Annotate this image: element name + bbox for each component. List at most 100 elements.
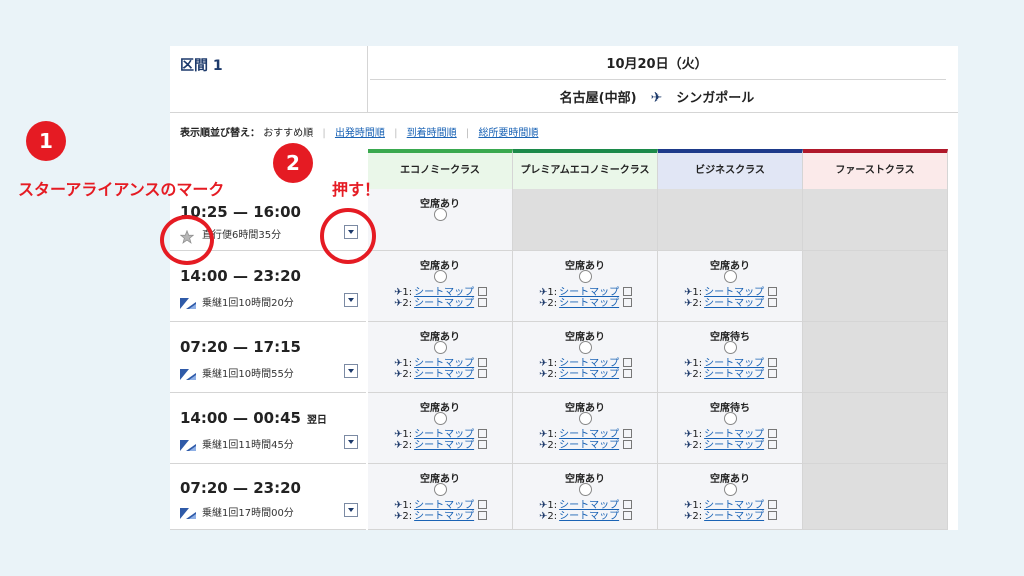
class-header: エコノミークラス — [368, 149, 513, 189]
flight-time: 14:00 — 00:45 翌日 — [180, 409, 327, 427]
airline-logo-icon — [180, 368, 196, 380]
fare-cell-unavailable — [513, 189, 658, 251]
fare-radio[interactable] — [434, 270, 447, 283]
fare-radio[interactable] — [434, 412, 447, 425]
seatmap-link[interactable]: シートマップ — [414, 298, 474, 309]
seatmap-link[interactable]: シートマップ — [559, 369, 619, 380]
fare-radio[interactable] — [579, 270, 592, 283]
fare-cell-unavailable — [658, 189, 803, 251]
airline-logo-icon — [180, 439, 196, 451]
divider — [370, 79, 946, 80]
fare-cell[interactable]: 空席あり ✈1: シートマップ ✈2: シートマップ — [513, 393, 658, 464]
flight-row: 07:20 — 23:20 乗継1回17時間00分 — [170, 464, 366, 530]
fare-radio[interactable] — [434, 341, 447, 354]
seatmap-row: ✈2: シートマップ — [539, 294, 633, 309]
external-link-icon — [478, 511, 488, 520]
seatmap-row: ✈2: シートマップ — [539, 436, 633, 451]
fare-cell-unavailable — [803, 393, 948, 464]
flight-details-dropdown[interactable] — [344, 503, 358, 517]
sort-arrival-link[interactable]: 到着時間順 — [407, 128, 457, 139]
seatmap-link[interactable]: シートマップ — [414, 369, 474, 380]
origin: 名古屋(中部) — [559, 91, 637, 106]
fare-radio[interactable] — [579, 483, 592, 496]
fare-radio[interactable] — [579, 341, 592, 354]
sort-departure-link[interactable]: 出発時間順 — [335, 128, 385, 139]
fare-radio[interactable] — [724, 483, 737, 496]
fare-cell[interactable]: 空席あり — [368, 189, 513, 251]
flight-details-dropdown[interactable] — [344, 293, 358, 307]
seatmap-row: ✈2: シートマップ — [394, 294, 488, 309]
flight-details-dropdown[interactable] — [344, 364, 358, 378]
sort-label: 表示順並び替え： — [180, 128, 260, 139]
flight-date: 10月20日（火） — [606, 57, 708, 72]
seatmap-link[interactable]: シートマップ — [559, 511, 619, 522]
fare-cell[interactable]: 空席あり ✈1: シートマップ ✈2: シートマップ — [658, 251, 803, 322]
seatmap-link[interactable]: シートマップ — [704, 298, 764, 309]
flight-duration: 乗継1回10時間55分 — [180, 365, 294, 380]
airplane-icon: ✈ — [650, 90, 663, 106]
seatmap-row: ✈2: シートマップ — [684, 507, 778, 522]
external-link-icon — [478, 369, 488, 378]
sort-current: おすすめ順 — [263, 128, 314, 139]
fare-cell[interactable]: 空席あり ✈1: シートマップ ✈2: シートマップ — [368, 322, 513, 393]
fare-cell[interactable]: 空席あり ✈1: シートマップ ✈2: シートマップ — [368, 251, 513, 322]
seatmap-row: ✈2: シートマップ — [394, 436, 488, 451]
external-link-icon — [478, 440, 488, 449]
fare-cell[interactable]: 空席待ち ✈1: シートマップ ✈2: シートマップ — [658, 322, 803, 393]
seatmap-link[interactable]: シートマップ — [704, 440, 764, 451]
seatmap-link[interactable]: シートマップ — [559, 298, 619, 309]
external-link-icon — [768, 369, 778, 378]
fare-cell[interactable]: 空席あり ✈1: シートマップ ✈2: シートマップ — [513, 322, 658, 393]
external-link-icon — [768, 440, 778, 449]
seatmap-link[interactable]: シートマップ — [414, 440, 474, 451]
fare-radio[interactable] — [579, 412, 592, 425]
flight-time: 07:20 — 17:15 — [180, 338, 301, 356]
flight-time: 07:20 — 23:20 — [180, 479, 301, 497]
route: 名古屋(中部) ✈ シンガポール — [370, 87, 944, 106]
seatmap-link[interactable]: シートマップ — [704, 369, 764, 380]
seatmap-row: ✈2: シートマップ — [684, 365, 778, 380]
fare-cell[interactable]: 空席あり ✈1: シートマップ ✈2: シートマップ — [513, 251, 658, 322]
flight-row: 14:00 — 00:45 翌日 乗継1回11時間45分 — [170, 393, 366, 464]
sort-bar: 表示順並び替え： おすすめ順 | 出発時間順 | 到着時間順 | 総所要時間順 — [180, 124, 538, 139]
seatmap-link[interactable]: シートマップ — [414, 511, 474, 522]
external-link-icon — [623, 511, 633, 520]
annotation-label-2: 押す！ — [332, 180, 381, 199]
fare-cell[interactable]: 空席あり ✈1: シートマップ ✈2: シートマップ — [368, 393, 513, 464]
fare-radio[interactable] — [434, 483, 447, 496]
class-header: プレミアムエコノミークラス — [513, 149, 658, 189]
external-link-icon — [768, 511, 778, 520]
flight-time: 14:00 — 23:20 — [180, 267, 301, 285]
annotation-badge-1: 1 — [26, 121, 66, 161]
divider: | — [465, 128, 470, 139]
annotation-badge-2: 2 — [273, 143, 313, 183]
seatmap-row: ✈2: シートマップ — [539, 365, 633, 380]
fare-radio[interactable] — [724, 270, 737, 283]
sort-duration-link[interactable]: 総所要時間順 — [478, 128, 538, 139]
seatmap-link[interactable]: シートマップ — [704, 511, 764, 522]
fare-cell-unavailable — [803, 251, 948, 322]
next-day-label: 翌日 — [306, 415, 327, 426]
fare-cell-unavailable — [803, 189, 948, 251]
fare-radio[interactable] — [724, 341, 737, 354]
divider — [170, 112, 958, 113]
airline-logo-icon — [180, 297, 196, 309]
destination: シンガポール — [676, 91, 755, 106]
flight-details-dropdown[interactable] — [344, 435, 358, 449]
flight-duration: 乗継1回17時間00分 — [180, 504, 294, 519]
fare-cell[interactable]: 空席あり ✈1: シートマップ ✈2: シートマップ — [513, 464, 658, 530]
fare-cell[interactable]: 空席待ち ✈1: シートマップ ✈2: シートマップ — [658, 393, 803, 464]
fare-cell[interactable]: 空席あり ✈1: シートマップ ✈2: シートマップ — [368, 464, 513, 530]
external-link-icon — [478, 298, 488, 307]
external-link-icon — [623, 369, 633, 378]
fare-radio[interactable] — [434, 208, 447, 221]
fare-radio[interactable] — [724, 412, 737, 425]
flight-row: 07:20 — 17:15 乗継1回10時間55分 — [170, 322, 366, 393]
divider — [367, 46, 368, 112]
external-link-icon — [623, 440, 633, 449]
fare-cell[interactable]: 空席あり ✈1: シートマップ ✈2: シートマップ — [658, 464, 803, 530]
seatmap-link[interactable]: シートマップ — [559, 440, 619, 451]
annotation-ring-dropdown — [320, 208, 376, 264]
airline-logo-icon — [180, 507, 196, 519]
seatmap-row: ✈2: シートマップ — [684, 294, 778, 309]
